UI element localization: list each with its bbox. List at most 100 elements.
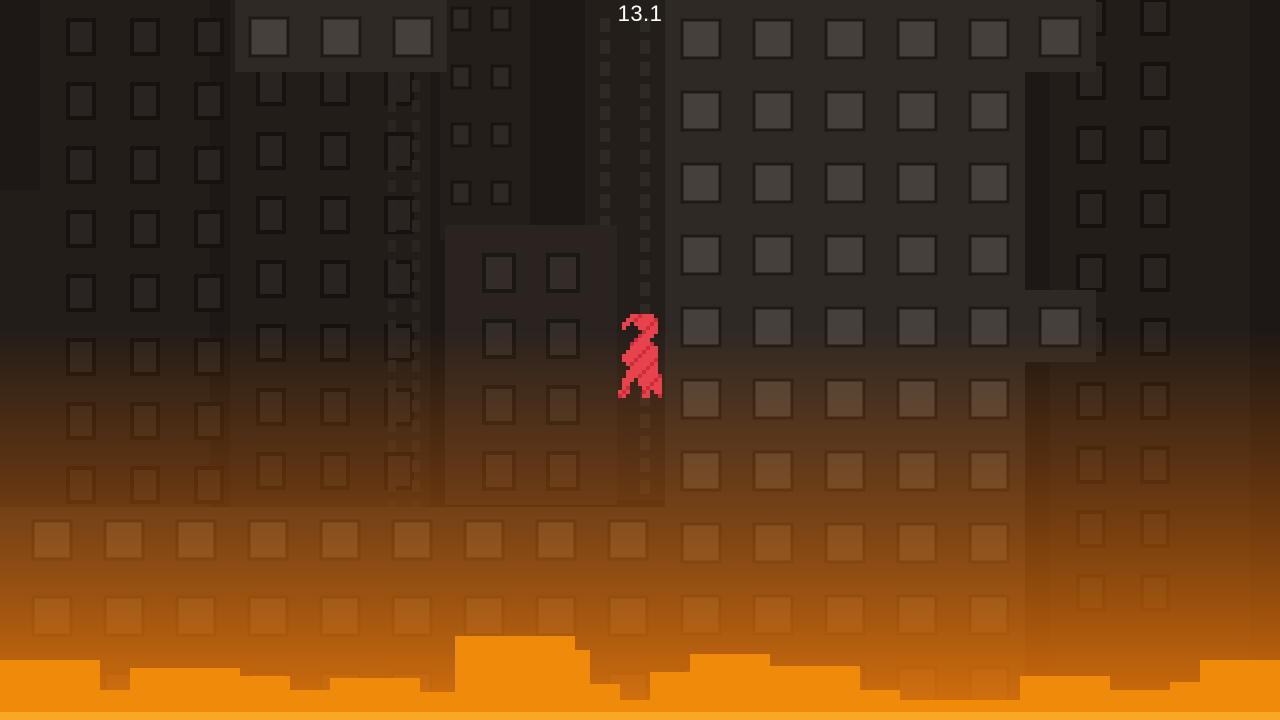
player-pixel — [658, 386, 662, 390]
player-pixel — [650, 326, 654, 330]
far-window — [388, 120, 396, 132]
player-pixel — [622, 358, 626, 362]
player-pixel — [622, 378, 626, 382]
far-window — [388, 240, 396, 252]
far-window — [1140, 126, 1170, 164]
far-window — [388, 180, 396, 192]
far-window — [1140, 62, 1170, 100]
player-pixel — [642, 326, 646, 330]
far-window — [388, 80, 396, 92]
player-pixel — [634, 346, 638, 350]
player-pixel — [658, 390, 662, 394]
mid-window — [640, 194, 650, 208]
player-pixel — [630, 370, 634, 374]
player-pixel — [646, 366, 650, 370]
player-pixel — [650, 378, 654, 382]
far-window — [130, 210, 160, 248]
far-window — [194, 210, 224, 248]
game-viewport[interactable]: 13.1 — [0, 0, 1280, 720]
player-pixel — [654, 366, 658, 370]
tower-window — [824, 162, 866, 204]
player-pixel — [642, 394, 646, 398]
player-pixel — [622, 354, 626, 358]
far-window — [412, 80, 420, 92]
tower-window — [752, 18, 794, 60]
far-window — [194, 146, 224, 184]
far-window — [130, 18, 160, 56]
player-pixel — [654, 318, 658, 322]
player-pixel — [654, 330, 658, 334]
player-pixel — [646, 346, 650, 350]
player-pixel — [626, 350, 630, 354]
player-pixel — [638, 354, 642, 358]
far-window — [388, 100, 396, 112]
far-window — [412, 160, 420, 172]
player-pixel — [634, 338, 638, 342]
tower-window — [824, 234, 866, 276]
player-pixel — [618, 394, 622, 398]
player-pixel — [634, 322, 638, 326]
player-pixel — [642, 346, 646, 350]
mid-window — [546, 253, 580, 293]
far-window — [130, 82, 160, 120]
player-pixel — [634, 342, 638, 346]
far-window — [256, 260, 286, 298]
player-pixel — [646, 374, 650, 378]
tower-window — [896, 90, 938, 132]
player-pixel — [654, 370, 658, 374]
far-window — [66, 18, 96, 56]
mid-window — [640, 106, 650, 120]
player-pixel — [642, 318, 646, 322]
top-block-window — [392, 16, 434, 58]
player-pixel — [642, 378, 646, 382]
player-pixel — [654, 374, 658, 378]
far-window — [66, 274, 96, 312]
far-window — [412, 140, 420, 152]
player-pixel — [650, 318, 654, 322]
far-window — [130, 274, 160, 312]
player-pixel — [642, 362, 646, 366]
mid-window — [600, 194, 610, 208]
player-pixel — [658, 374, 662, 378]
player-pixel — [646, 350, 650, 354]
player-pixel — [650, 370, 654, 374]
top-block-window — [320, 16, 362, 58]
player-pixel — [654, 350, 658, 354]
player-pixel — [626, 358, 630, 362]
far-window — [256, 196, 286, 234]
far-window — [412, 180, 420, 192]
mid-window — [640, 84, 650, 98]
mid-window — [450, 180, 472, 206]
player-pixel — [630, 374, 634, 378]
player-pixel — [646, 382, 650, 386]
player-pixel — [658, 378, 662, 382]
tower-window — [752, 234, 794, 276]
player-pixel — [642, 358, 646, 362]
player-pixel — [654, 382, 658, 386]
player-pixel — [626, 378, 630, 382]
player-pixel — [638, 338, 642, 342]
mid-window — [600, 172, 610, 186]
player-pixel — [658, 382, 662, 386]
tower-window — [968, 162, 1010, 204]
player-pixel — [646, 330, 650, 334]
player-pixel — [638, 362, 642, 366]
lava-glow — [0, 330, 1280, 720]
mid-window — [600, 106, 610, 120]
player-pixel — [642, 338, 646, 342]
red-pixel-creature-icon — [618, 314, 662, 398]
player-pixel — [650, 366, 654, 370]
tower-window — [896, 162, 938, 204]
player-pixel — [642, 382, 646, 386]
player-pixel — [630, 350, 634, 354]
mid-window — [450, 122, 472, 148]
far-window — [1140, 190, 1170, 228]
far-window — [388, 260, 396, 272]
far-window — [256, 68, 286, 106]
player-pixel — [642, 314, 646, 318]
far-window — [320, 260, 350, 298]
player-pixel — [646, 334, 650, 338]
player-pixel — [650, 382, 654, 386]
player-pixel — [642, 330, 646, 334]
far-window — [66, 210, 96, 248]
